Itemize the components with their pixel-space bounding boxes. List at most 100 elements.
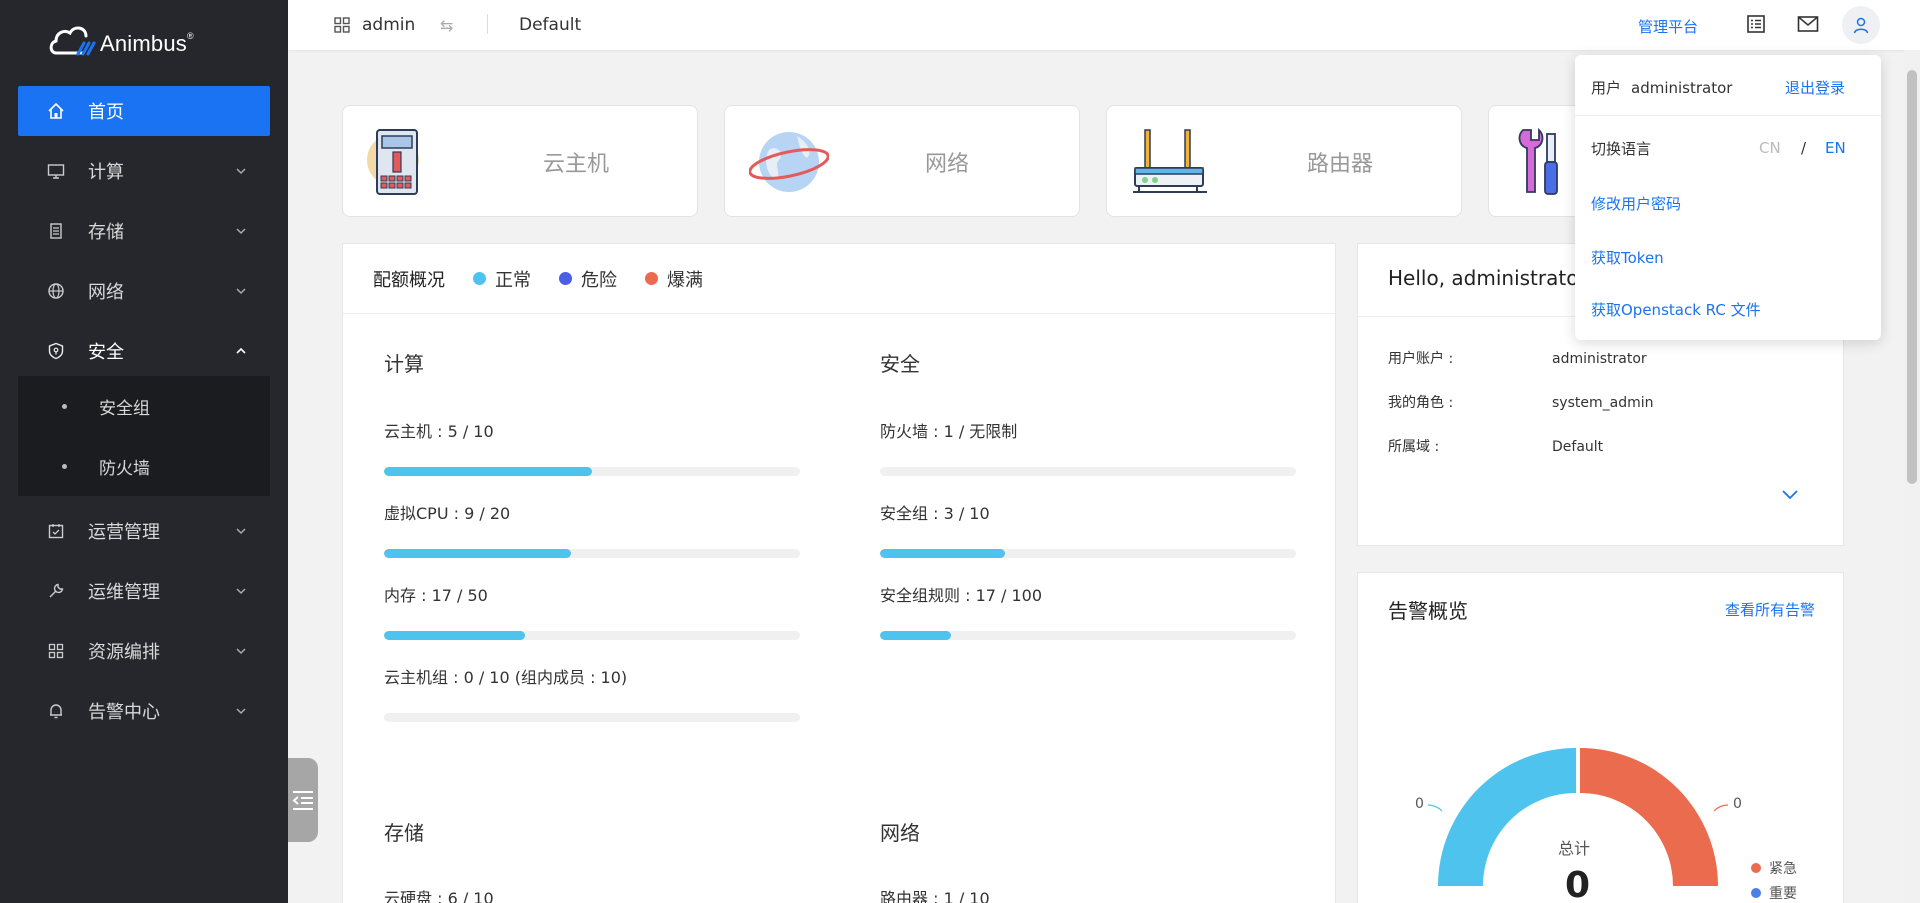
legend-dot-danger: [559, 272, 572, 285]
logout-link[interactable]: 退出登录: [1785, 77, 1845, 98]
info-row-role: 我的角色 : system_admin: [1388, 395, 1654, 411]
quick-card-label: 云主机: [543, 152, 610, 177]
sidebar-item-storage[interactable]: 存储: [18, 206, 270, 256]
chevron-down-icon: [236, 168, 246, 175]
get-token-link[interactable]: 获取Token: [1591, 247, 1664, 268]
quick-card-router[interactable]: 路由器: [1106, 105, 1462, 217]
calendar-icon: [46, 521, 66, 541]
sidebar-item-orchestration[interactable]: 资源编排: [18, 626, 270, 676]
legend-dot-urgent: [1751, 863, 1761, 873]
scrollbar-thumb[interactable]: [1907, 70, 1917, 484]
sidebar-subitem-firewall[interactable]: 防火墙: [18, 436, 270, 496]
logo[interactable]: Animbus®: [48, 22, 194, 58]
sidebar-item-label: 运营管理: [88, 522, 160, 543]
quota-panel-header: 配额概况 正常 危险 爆满: [343, 244, 1335, 314]
security-section-title: 安全: [880, 352, 920, 376]
user-dropdown-menu: 用户 administrator 退出登录 切换语言 CN / EN 修改用户密码…: [1575, 55, 1881, 340]
quota-bar-fill: [384, 467, 592, 476]
current-domain[interactable]: Default: [519, 15, 581, 35]
sidebar-item-alarm-center[interactable]: 告警中心: [18, 686, 270, 736]
compute-section-title: 计算: [384, 352, 424, 376]
user-label: 用户: [1591, 79, 1622, 97]
bell-icon: [46, 701, 66, 721]
sidebar-item-compute[interactable]: 计算: [18, 146, 270, 196]
user-icon: [1853, 17, 1869, 34]
quota-item-security-rule: 安全组规则 : 17 / 100: [880, 586, 1043, 605]
admin-platform-link[interactable]: 管理平台: [1638, 16, 1698, 37]
label-leader-left: [1427, 804, 1443, 812]
alarm-overview-panel: 告警概览 查看所有告警 0 0 总计 0 紧急 重要: [1357, 572, 1844, 903]
security-submenu: 安全组 防火墙: [18, 376, 270, 496]
alarm-legend-important: 重要: [1751, 883, 1797, 903]
quota-bar-vm: [384, 467, 800, 476]
chevron-down-icon: [236, 588, 246, 595]
router-illustration-icon: [1133, 129, 1207, 193]
sidebar-item-label: 资源编排: [88, 642, 160, 663]
chevron-down-icon: [236, 648, 246, 655]
sidebar-menu: 首页 计算 存储 网络 安全 安全组 防火墙 运营管理 运维管理 资源编排 告警…: [18, 86, 270, 746]
header-divider: [487, 14, 488, 34]
dropdown-user-row: 用户 administrator: [1591, 77, 1732, 98]
lang-cn-option[interactable]: CN: [1759, 139, 1781, 157]
subitem-label: 防火墙: [99, 458, 150, 479]
legend-dot-full: [645, 272, 658, 285]
sidebar: Animbus® 首页 计算 存储 网络 安全 安全组 防火墙 运营管理 运维管…: [0, 0, 288, 903]
donut-segment-right: [1580, 748, 1718, 886]
mail-icon[interactable]: [1796, 12, 1820, 36]
quick-card-label: 网络: [925, 152, 970, 177]
get-rc-file-link[interactable]: 获取Openstack RC 文件: [1591, 299, 1761, 320]
sidebar-item-maintenance[interactable]: 运维管理: [18, 566, 270, 616]
planet-illustration-icon: [749, 132, 829, 192]
quota-item-firewall: 防火墙 : 1 / 无限制: [880, 422, 1018, 441]
sidebar-item-security[interactable]: 安全: [18, 326, 270, 376]
sidebar-item-home[interactable]: 首页: [18, 86, 270, 136]
user-name: administrator: [1631, 79, 1733, 97]
quota-item-memory: 内存 : 17 / 50: [384, 586, 488, 605]
quota-item-vcpu: 虚拟CPU : 9 / 20: [384, 504, 511, 523]
sidebar-subitem-security-group[interactable]: 安全组: [18, 376, 270, 436]
page-scrollbar[interactable]: [1904, 50, 1920, 903]
quota-bar-server-group: [384, 713, 800, 722]
globe-icon: [46, 281, 66, 301]
current-project[interactable]: admin: [362, 15, 415, 35]
subitem-label: 安全组: [99, 398, 150, 419]
quota-bar-firewall: [880, 467, 1296, 476]
grid-icon: [46, 641, 66, 661]
chevron-down-icon: [236, 288, 246, 295]
bullet-dot: [62, 463, 67, 469]
switch-arrows-icon[interactable]: ⇆: [440, 16, 453, 35]
legend-danger: 危险: [559, 266, 617, 292]
expand-chevron-icon[interactable]: [1781, 487, 1799, 501]
lang-separator: /: [1801, 139, 1807, 157]
quick-card-network[interactable]: 网络: [724, 105, 1080, 217]
sidebar-collapse-button[interactable]: [288, 758, 318, 842]
quota-item-vm: 云主机 : 5 / 10: [384, 422, 494, 441]
change-password-link[interactable]: 修改用户密码: [1591, 193, 1681, 214]
alarm-legend-urgent: 紧急: [1751, 858, 1797, 878]
quota-item-router: 路由器 : 1 / 10: [880, 889, 990, 903]
app-grid-icon[interactable]: [334, 17, 350, 33]
network-section-title: 网络: [880, 821, 920, 845]
quota-item-server-group: 云主机组 : 0 / 10 (组内成员 : 10): [384, 668, 628, 687]
quota-item-volume: 云硬盘 : 6 / 10: [384, 889, 494, 903]
chevron-down-icon: [236, 228, 246, 235]
user-avatar-button[interactable]: [1842, 6, 1880, 44]
task-list-icon[interactable]: [1744, 12, 1768, 36]
quota-bar-security-rule: [880, 631, 1296, 640]
dropdown-divider: [1575, 115, 1881, 116]
cloud-logo-icon: [49, 26, 96, 56]
sidebar-item-label: 告警中心: [88, 702, 160, 723]
quick-card-vm[interactable]: 云主机: [342, 105, 698, 217]
sidebar-item-network[interactable]: 网络: [18, 266, 270, 316]
sidebar-item-operations[interactable]: 运营管理: [18, 506, 270, 556]
legend-dot-normal: [473, 272, 486, 285]
quota-bar-fill: [384, 631, 526, 640]
quota-overview-panel: 配额概况 正常 危险 爆满 计算 云主机 : 5 / 10 虚拟CPU : 9 …: [342, 243, 1336, 903]
server-illustration-icon: [367, 129, 419, 195]
sidebar-item-label: 网络: [88, 282, 124, 303]
hello-title: Hello, administrator: [1388, 266, 1587, 290]
donut-segment-left: [1438, 748, 1576, 886]
lang-en-option[interactable]: EN: [1825, 139, 1846, 157]
quota-bar-fill: [880, 631, 951, 640]
sidebar-item-label: 运维管理: [88, 582, 160, 603]
